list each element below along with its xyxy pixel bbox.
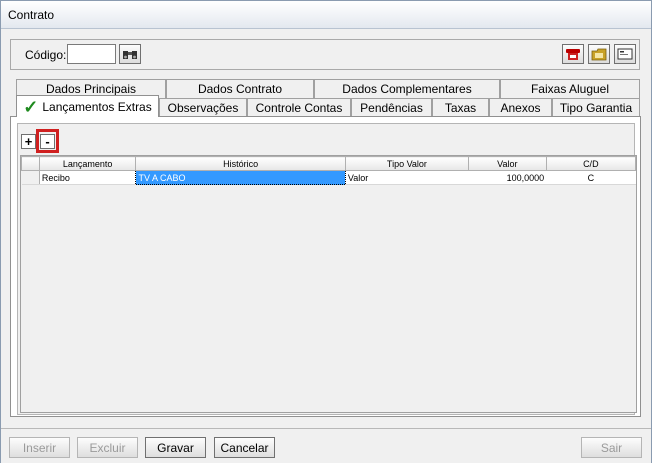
window-title: Contrato [8,8,55,22]
col-valor[interactable]: Valor [467,156,547,171]
action-bar: Inserir Excluir Gravar Cancelar Sair [1,428,651,463]
checkmark-icon: ✓ [23,96,39,117]
tab-controle-contas[interactable]: Controle Contas [247,98,351,117]
codigo-input[interactable] [67,44,116,64]
card-button[interactable] [614,44,636,64]
inserir-button[interactable]: Inserir [9,437,70,458]
col-historico[interactable]: Histórico [135,156,346,171]
remove-row-button[interactable]: - [40,134,55,149]
table-row[interactable]: Recibo TV A CABO Valor 100,0000 C [21,170,636,185]
cell-valor[interactable]: 100,0000 [468,170,547,185]
excluir-button[interactable]: Excluir [77,437,138,458]
add-row-button[interactable]: + [21,134,36,149]
tab-lancamentos-extras[interactable]: ✓ Lançamentos Extras [16,95,159,117]
col-lancamento[interactable]: Lançamento [38,156,137,171]
header-panel: Código: [10,39,640,70]
binoculars-icon [123,51,137,59]
tab-label: Pendências [360,101,423,115]
lancamentos-grid: Lançamento Histórico Tipo Valor Valor C/… [20,155,637,413]
lancamentos-extras-panel: + - Lançamento Histórico Tipo Valor Valo… [10,116,641,417]
tab-label: Lançamentos Extras [42,99,152,114]
row-indicator[interactable] [21,170,40,185]
tab-label: Controle Contas [255,101,343,115]
tab-label: Tipo Garantia [559,101,633,115]
grid-container: + - Lançamento Histórico Tipo Valor Valo… [17,123,637,415]
tab-label: Dados Complementares [342,82,472,96]
tab-label: Observações [167,101,239,115]
cell-tipo-valor[interactable]: Valor [345,170,469,185]
tab-dados-contrato[interactable]: Dados Contrato [166,79,314,98]
cell-cd[interactable]: C [546,170,636,185]
col-tipo-valor[interactable]: Tipo Valor [344,156,469,171]
cell-lancamento[interactable]: Recibo [39,170,136,185]
search-button[interactable] [119,44,141,64]
tab-label: Taxas [444,101,477,115]
col-cd[interactable]: C/D [545,156,637,171]
excluir-label: Excluir [89,440,126,455]
tab-faixas-aluguel[interactable]: Faixas Aluguel [500,79,640,98]
gravar-button[interactable]: Gravar [145,437,206,458]
tab-tipo-garantia[interactable]: Tipo Garantia [552,98,640,117]
tab-label: Dados Principais [45,82,137,96]
gravar-label: Gravar [157,440,194,455]
row-indicator-header [21,156,40,171]
tab-pendencias[interactable]: Pendências [351,98,432,117]
folder-icon [591,48,607,60]
sair-label: Sair [600,440,623,455]
inserir-label: Inserir [22,440,57,455]
phone-icon [566,48,580,60]
tab-label: Anexos [500,101,541,115]
tab-anexos[interactable]: Anexos [489,98,552,117]
tab-control: Dados Principais Dados Contrato Dados Co… [10,77,641,417]
phone-button[interactable] [562,44,584,64]
tab-observacoes[interactable]: Observações [159,98,247,117]
cell-historico[interactable]: TV A CABO [135,170,346,185]
tab-label: Faixas Aluguel [530,82,610,96]
tab-label: Dados Contrato [197,82,283,96]
tab-taxas[interactable]: Taxas [432,98,489,117]
sair-button[interactable]: Sair [581,437,642,458]
contrato-window: Contrato Código: Dados Principais Dados … [0,0,652,463]
grid-table: Lançamento Histórico Tipo Valor Valor C/… [21,156,637,185]
card-icon [617,48,633,60]
codigo-label: Código: [25,48,67,62]
folder-button[interactable] [588,44,610,64]
tab-dados-complementares[interactable]: Dados Complementares [314,79,500,98]
grid-header-row: Lançamento Histórico Tipo Valor Valor C/… [21,156,637,171]
title-bar: Contrato [1,1,651,29]
cancelar-label: Cancelar [220,440,269,455]
cancelar-button[interactable]: Cancelar [214,437,275,458]
